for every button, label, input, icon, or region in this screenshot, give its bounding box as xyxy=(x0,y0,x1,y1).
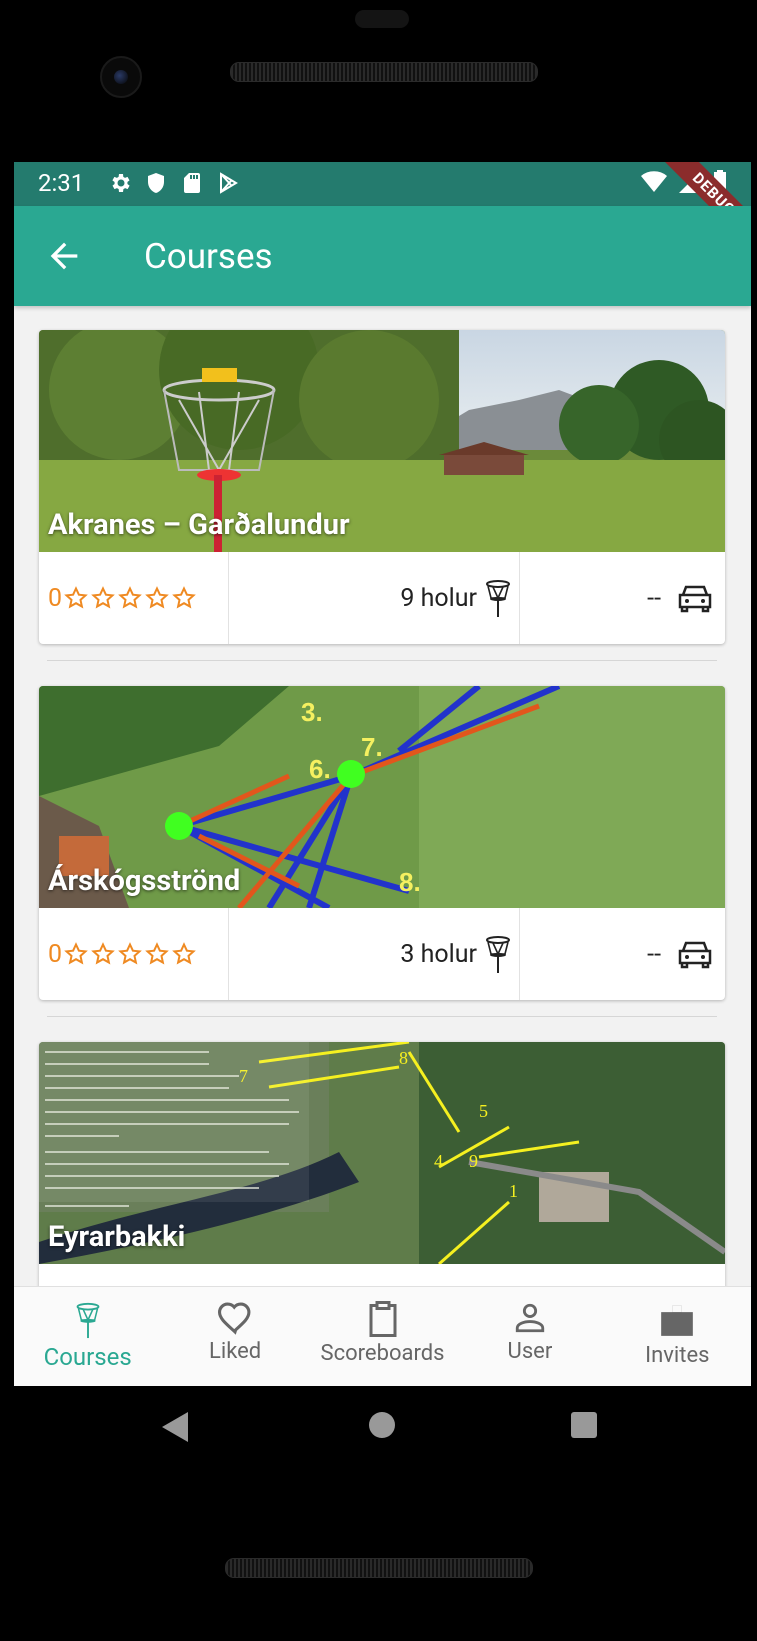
holes-cell: 3 holur xyxy=(229,908,520,1000)
star-outline-icon xyxy=(91,586,115,609)
holes-cell: 9 holur xyxy=(229,552,520,644)
svg-text:7.: 7. xyxy=(361,732,383,762)
star-rating xyxy=(64,942,196,966)
heart-icon xyxy=(218,1302,251,1335)
star-outline-icon xyxy=(145,586,169,609)
distance-cell: -- xyxy=(520,908,725,1000)
disc-golf-basket-icon xyxy=(76,1302,100,1339)
system-home-icon[interactable] xyxy=(369,1412,395,1438)
car-icon xyxy=(678,941,712,969)
course-card[interactable]: Akranes – Garðalundur 0 9 holur -- xyxy=(39,330,725,644)
course-card[interactable]: 7 8 5 4 9 1 xyxy=(39,1042,725,1286)
clipboard-icon xyxy=(369,1301,397,1337)
course-name: Akranes – Garðalundur xyxy=(48,508,350,542)
star-outline-icon xyxy=(172,942,196,965)
star-outline-icon xyxy=(64,942,88,965)
car-icon xyxy=(678,585,712,613)
user-icon xyxy=(515,1303,545,1333)
svg-text:6.: 6. xyxy=(309,754,331,784)
list-divider xyxy=(47,660,717,661)
nav-user[interactable]: User xyxy=(456,1287,603,1386)
earpiece-speaker xyxy=(230,62,538,82)
course-list: Akranes – Garðalundur 0 9 holur -- 3. 6.… xyxy=(14,306,751,1286)
rating-value: 0 xyxy=(48,583,63,613)
holes-count: 3 holur xyxy=(400,939,477,969)
star-outline-icon xyxy=(64,586,88,609)
distance-value: -- xyxy=(647,583,661,613)
nav-label: Courses xyxy=(43,1343,132,1371)
svg-text:4: 4 xyxy=(434,1151,443,1171)
system-back-icon[interactable] xyxy=(162,1412,188,1442)
sd-card-icon xyxy=(184,173,200,193)
system-navigation-bar xyxy=(14,1386,751,1474)
nav-invites[interactable]: Invites xyxy=(604,1287,751,1386)
front-camera xyxy=(100,56,142,98)
star-outline-icon xyxy=(91,942,115,965)
svg-text:8: 8 xyxy=(399,1048,408,1068)
course-name: Árskógsströnd xyxy=(48,864,241,898)
star-rating xyxy=(64,586,196,610)
star-outline-icon xyxy=(145,942,169,965)
wifi-icon xyxy=(641,171,667,192)
nav-label: Scoreboards xyxy=(320,1341,445,1366)
app-bar: Courses xyxy=(14,206,751,306)
play-store-icon xyxy=(220,172,238,194)
invites-icon xyxy=(661,1305,694,1336)
nav-label: Invites xyxy=(645,1343,710,1368)
nav-courses[interactable]: Courses xyxy=(14,1287,161,1386)
rating-cell: 0 xyxy=(39,908,229,1000)
course-info-row: 0 3 holur -- xyxy=(39,908,725,1000)
app-screen: 2:31 DEBUG Courses Akranes – Garðalundur… xyxy=(14,162,751,1386)
page-title: Courses xyxy=(144,236,273,277)
svg-text:5: 5 xyxy=(479,1101,488,1121)
svg-text:1: 1 xyxy=(509,1181,518,1201)
nav-label: User xyxy=(507,1339,553,1364)
disc-golf-basket-icon xyxy=(486,580,510,617)
course-name: Eyrarbakki xyxy=(48,1220,186,1254)
status-bar: 2:31 DEBUG xyxy=(14,162,751,256)
course-info-row: 0 9 holur -- xyxy=(39,552,725,644)
rating-value: 0 xyxy=(48,939,63,969)
rating-cell: 0 xyxy=(39,552,229,644)
settings-gear-icon xyxy=(112,174,130,192)
svg-text:3.: 3. xyxy=(301,697,323,727)
system-recents-icon[interactable] xyxy=(571,1412,597,1438)
svg-text:8.: 8. xyxy=(399,867,421,897)
nav-scoreboards[interactable]: Scoreboards xyxy=(309,1287,456,1386)
svg-text:9: 9 xyxy=(469,1151,478,1171)
star-outline-icon xyxy=(118,942,142,965)
course-card[interactable]: 3. 6. 7. 8. Árskógsströnd 0 3 holur -- xyxy=(39,686,725,1000)
shield-icon xyxy=(148,173,164,193)
nav-liked[interactable]: Liked xyxy=(161,1287,308,1386)
holes-count: 9 holur xyxy=(400,583,477,613)
status-icons-left xyxy=(108,171,240,195)
star-outline-icon xyxy=(118,586,142,609)
nav-label: Liked xyxy=(209,1339,262,1364)
phone-notch xyxy=(355,10,409,28)
distance-value: -- xyxy=(647,939,661,969)
back-arrow-icon[interactable] xyxy=(44,236,84,276)
bottom-speaker xyxy=(225,1558,533,1578)
distance-cell: -- xyxy=(520,552,725,644)
disc-golf-basket-icon xyxy=(486,936,510,973)
star-outline-icon xyxy=(172,586,196,609)
bottom-navigation: Courses Liked Scoreboards User Invites xyxy=(14,1286,751,1386)
status-time: 2:31 xyxy=(38,169,85,197)
list-divider xyxy=(47,1016,717,1017)
